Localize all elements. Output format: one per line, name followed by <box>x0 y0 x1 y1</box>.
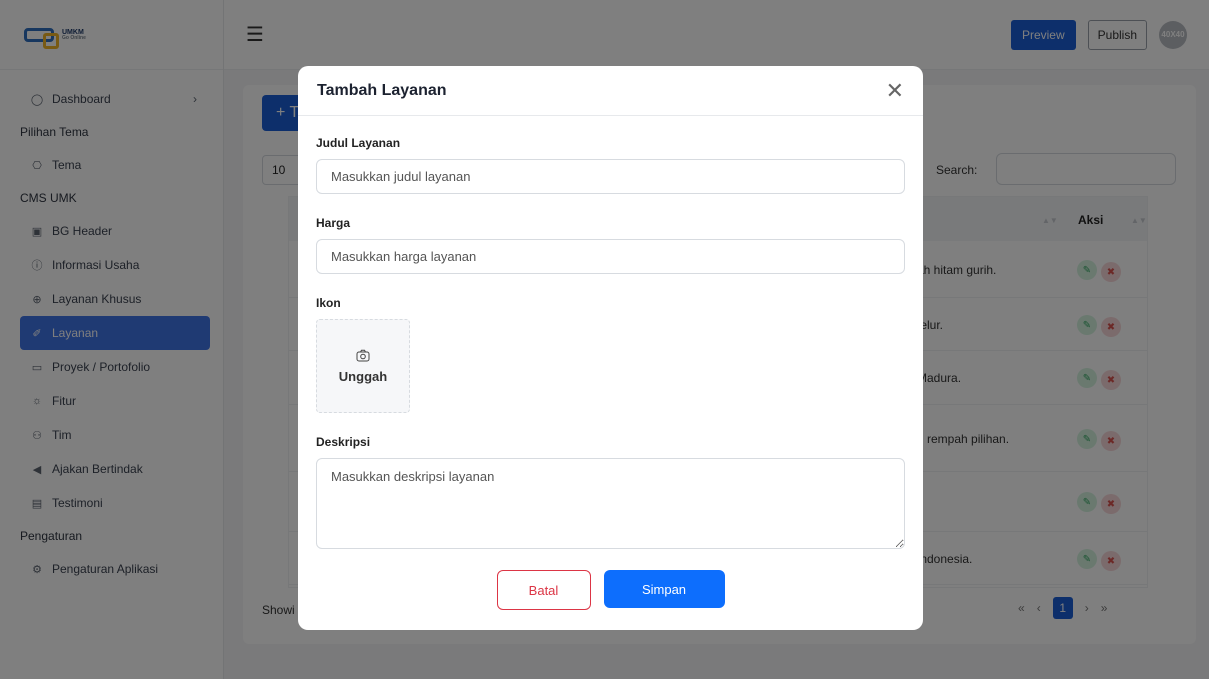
modal-title: Tambah Layanan <box>317 81 447 99</box>
ikon-label: Ikon <box>316 296 341 310</box>
judul-input[interactable] <box>316 159 905 194</box>
cancel-button[interactable]: Batal <box>496 570 591 610</box>
add-service-modal: Tambah Layanan ✕ Judul Layanan Harga Iko… <box>298 66 923 630</box>
modal-footer: Batal Simpan <box>298 570 923 610</box>
deskripsi-input[interactable] <box>316 458 905 549</box>
modal-header: Tambah Layanan ✕ <box>298 66 923 116</box>
close-icon[interactable]: ✕ <box>886 79 904 102</box>
icon-upload[interactable]: Unggah <box>316 319 410 413</box>
camera-icon <box>356 349 370 361</box>
harga-input[interactable] <box>316 239 905 274</box>
modal-body: Judul Layanan Harga Ikon Unggah Deskrips… <box>298 116 923 552</box>
harga-label: Harga <box>316 216 351 230</box>
deskripsi-label: Deskripsi <box>316 435 371 449</box>
save-button[interactable]: Simpan <box>603 570 725 608</box>
upload-label: Unggah <box>338 368 388 384</box>
judul-label: Judul Layanan <box>316 136 401 150</box>
